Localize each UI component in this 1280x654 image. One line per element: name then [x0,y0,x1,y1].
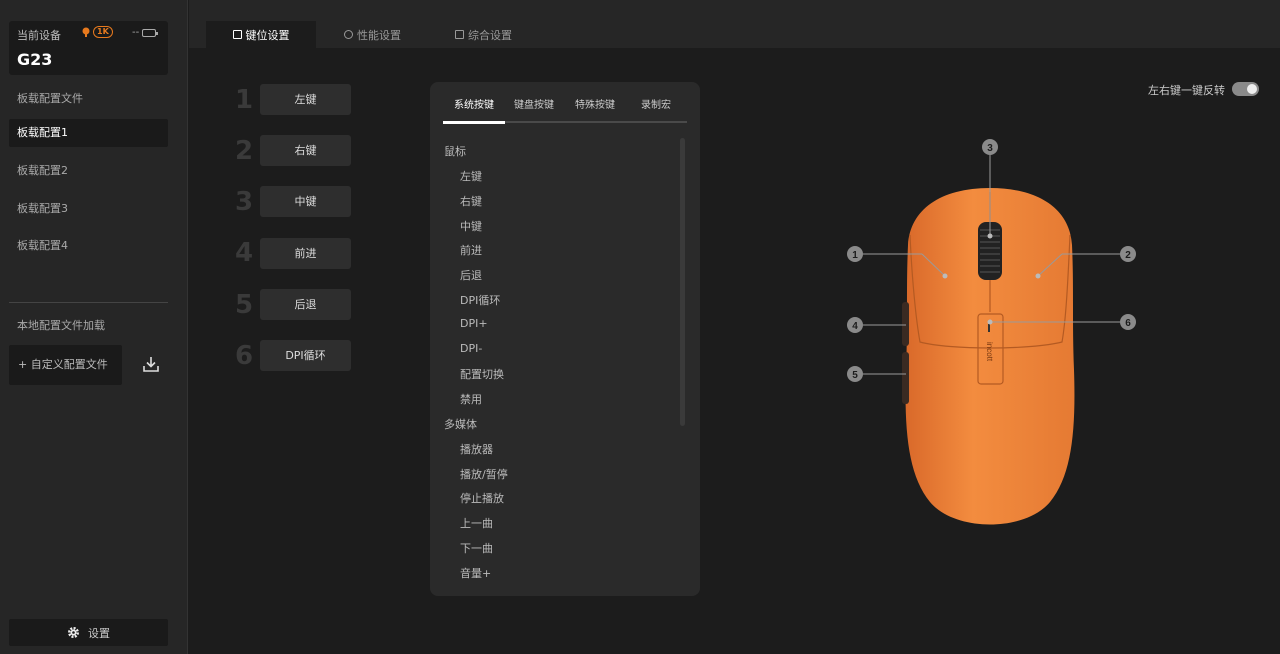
key-button-5[interactable]: 后退 [260,289,351,320]
device-label: 当前设备 [17,29,61,42]
tab-key-settings[interactable]: 键位设置 [206,21,316,48]
key-number: 2 [234,136,254,166]
keys-icon [232,30,242,39]
profile-item-3[interactable]: 板载配置3 [9,195,168,223]
device-name: G23 [17,50,53,69]
panel-tab-active-indicator [443,121,505,124]
profile-item-2[interactable]: 板载配置2 [9,157,168,185]
function-item[interactable]: DPI+ [460,317,488,330]
callout-label-4: 4 [852,321,858,332]
function-item[interactable]: 配置切换 [460,366,504,382]
callout-label-3: 3 [987,143,993,154]
panel-tab-system-keys[interactable]: 系统按键 [454,96,494,111]
key-button-2[interactable]: 右键 [260,135,351,166]
key-number: 3 [234,187,254,217]
callout-label-1: 1 [852,250,858,261]
sidebar-divider [9,302,168,303]
settings-label: 设置 [88,626,110,640]
function-item[interactable]: 后退 [460,267,482,283]
tab-label: 性能设置 [357,28,401,42]
swap-buttons-label: 左右键一键反转 [1148,84,1225,97]
profile-item-1[interactable]: 板载配置1 [9,119,168,147]
side-button-back[interactable] [902,352,909,404]
import-icon[interactable] [142,355,160,373]
key-button-6[interactable]: DPI循环 [260,340,351,371]
battery-icon [142,28,159,37]
mouse-brand-text: incott [985,342,994,362]
key-button-4[interactable]: 前进 [260,238,351,269]
local-profiles-title: 本地配置文件加载 [17,319,105,332]
current-device-card[interactable]: 当前设备 1K -- G23 [9,21,168,75]
function-panel: 系统按键 键盘按键 特殊按键 录制宏 鼠标 左键 右键 中键 前进 后退 DPI… [430,82,700,596]
swap-buttons-toggle[interactable] [1232,82,1259,96]
function-item[interactable]: 前进 [460,242,482,258]
profile-item-4[interactable]: 板载配置4 [9,232,168,260]
key-button-3[interactable]: 中键 [260,186,351,217]
key-number: 1 [234,85,254,115]
polling-rate-badge: 1K [93,26,113,38]
key-number: 4 [234,238,254,268]
function-item[interactable]: 中键 [460,218,482,234]
function-item[interactable]: 左键 [460,168,482,184]
callout-label-2: 2 [1125,250,1131,261]
function-item[interactable]: 播放器 [460,441,493,457]
side-button-forward[interactable] [902,302,909,346]
function-item[interactable]: DPI循环 [460,292,500,308]
gauge-icon [344,30,353,39]
callout-label-6: 6 [1125,318,1131,329]
tab-label: 综合设置 [468,28,512,42]
panel-tab-keyboard-keys[interactable]: 键盘按键 [514,96,554,111]
onboard-profiles-title: 板载配置文件 [17,92,83,105]
function-item[interactable]: 禁用 [460,391,482,407]
callout-label-5: 5 [852,370,858,381]
function-item[interactable]: 右键 [460,193,482,209]
category-mouse: 鼠标 [444,145,466,158]
tab-performance-settings[interactable]: 性能设置 [344,21,401,48]
function-item[interactable]: 停止播放 [460,490,504,506]
mouse-illustration: incott 1 2 3 4 5 6 [847,139,1136,525]
function-item[interactable]: 音量+ [460,565,491,581]
key-number: 6 [234,341,254,371]
panel-tab-special-keys[interactable]: 特殊按键 [575,96,615,111]
battery-text: -- [132,27,140,38]
function-item[interactable]: 下一曲 [460,540,493,556]
top-tab-bar: 键位设置 性能设置 综合设置 [189,0,1280,48]
battery-status: -- [132,27,159,38]
category-multimedia: 多媒体 [444,418,477,431]
function-item[interactable]: DPI- [460,342,482,355]
key-number: 5 [234,290,254,320]
custom-profile-button[interactable]: + 自定义配置文件 [9,345,122,385]
device-status-icons: 1K [81,26,113,38]
sidebar: 当前设备 1K -- G23 板载配置文件 板载配置1 板载配置2 板载配置3 … [0,0,188,654]
panel-tab-macro[interactable]: 录制宏 [641,96,671,111]
function-item[interactable]: 播放/暂停 [460,466,508,482]
tab-label: 键位设置 [245,28,290,42]
panel-icon [455,30,464,39]
key-button-1[interactable]: 左键 [260,84,351,115]
tab-general-settings[interactable]: 综合设置 [455,21,512,48]
settings-button[interactable]: 设置 [9,619,168,646]
panel-scrollbar[interactable] [680,138,685,426]
wireless-icon [82,27,90,37]
gear-icon [68,627,79,638]
function-item[interactable]: 上一曲 [460,515,493,531]
